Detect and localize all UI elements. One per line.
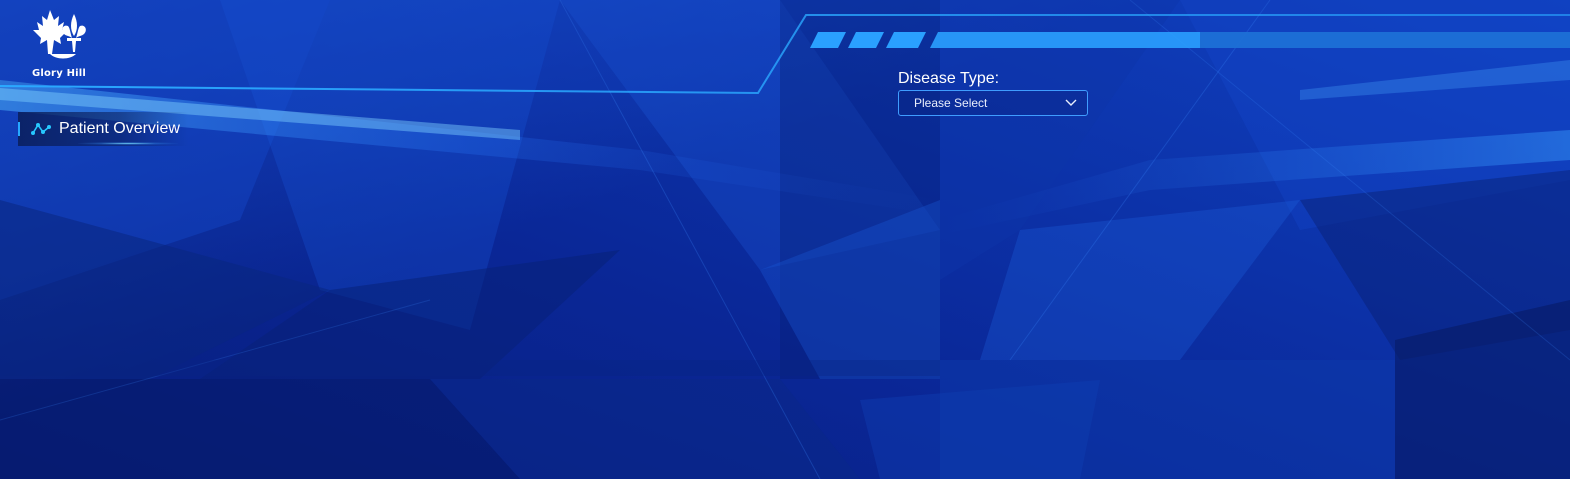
brand-logo[interactable]: Glory Hill [26, 8, 92, 84]
chevron-down-icon [1065, 99, 1077, 106]
disease-type-label: Disease Type: [898, 70, 1000, 87]
brand-name: Glory Hill [31, 68, 87, 79]
disease-type-selected-value: Please Select [914, 96, 988, 110]
dashboard-screen: Glory Hill Patient Overview Disease Type… [0, 0, 1570, 479]
section-header: Patient Overview [18, 112, 188, 146]
network-nodes-icon [31, 123, 51, 135]
background-graphic [0, 0, 1570, 479]
section-accent-bar [18, 122, 20, 136]
disease-type-select[interactable]: Please Select [898, 90, 1088, 116]
section-underline-glow [78, 142, 178, 145]
section-title: Patient Overview [59, 120, 180, 137]
fleur-de-lis-maple-icon [33, 10, 86, 59]
